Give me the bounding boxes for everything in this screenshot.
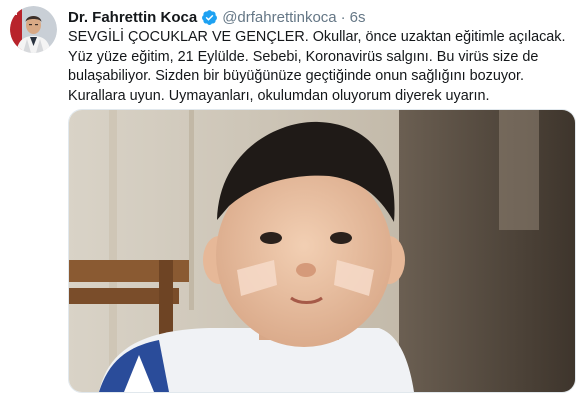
author-display-name[interactable]: Dr. Fahrettin Koca	[68, 9, 197, 26]
child-photo-icon	[69, 110, 575, 392]
tweet-photo[interactable]	[68, 109, 576, 393]
verified-badge-icon	[201, 9, 218, 26]
tweet-header: Dr. Fahrettin Koca @drfahrettinkoca · 6s	[68, 6, 366, 28]
tweet-text-line: Yüz yüze eğitim, 21 Eylülde. Sebebi, Kor…	[68, 48, 539, 65]
tweet-text-line: bulaşabiliyor. Sizden bir büyüğünüze geç…	[68, 68, 525, 84]
profile-photo-icon	[10, 6, 57, 53]
tweet-text: SEVGİLİ ÇOCUKLAR VE GENÇLER. Okullar, ön…	[68, 28, 568, 106]
tweet-timestamp[interactable]: 6s	[350, 9, 366, 26]
tweet-text-line: Kurallara uyun. Uymayanları, okulumdan o…	[68, 87, 490, 104]
tweet: Dr. Fahrettin Koca @drfahrettinkoca · 6s…	[0, 0, 585, 402]
author-handle[interactable]: @drfahrettinkoca	[222, 9, 336, 26]
tweet-text-line: SEVGİLİ ÇOCUKLAR VE GENÇLER. Okullar, ön…	[68, 29, 566, 45]
author-avatar[interactable]	[10, 6, 57, 53]
header-separator: ·	[340, 8, 346, 26]
